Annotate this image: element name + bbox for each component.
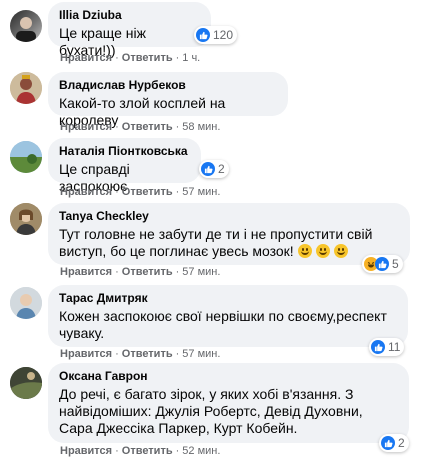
like-button[interactable]: Нравится (60, 52, 112, 64)
comment-bubble: Оксана Гаврон До речі, є багато зірок, у… (48, 363, 409, 443)
separator: · (115, 186, 119, 198)
like-button[interactable]: Нравится (60, 121, 112, 133)
comment-actions: Нравится · Ответить · 52 мин. (60, 445, 220, 458)
like-reaction-icon (375, 257, 389, 271)
reaction-count[interactable]: 120 (194, 26, 238, 44)
reaction-count[interactable]: 5 (362, 255, 403, 273)
avatar[interactable] (10, 141, 42, 173)
reply-button[interactable]: Ответить (122, 52, 173, 64)
comment-bubble: Illia Dziuba Це краще ніж бухати!)) (48, 2, 211, 58)
separator: · (175, 52, 180, 64)
separator: · (175, 121, 180, 133)
grinning-emoji-icon (315, 244, 330, 258)
like-reaction-icon (371, 340, 385, 354)
comment-author[interactable]: Наталія Піонтковська (59, 144, 190, 159)
reaction-number: 2 (398, 436, 405, 450)
comment-bubble: Тарас Дмитряк Кожен заспокоює свої нерві… (48, 285, 408, 347)
reaction-number: 11 (388, 340, 401, 354)
like-reaction-icon (381, 436, 395, 450)
like-button[interactable]: Нравится (60, 186, 112, 198)
reply-button[interactable]: Ответить (122, 186, 173, 198)
separator: · (175, 445, 180, 457)
comment-author[interactable]: Тарас Дмитряк (59, 291, 397, 306)
separator: · (175, 348, 180, 360)
comment-time[interactable]: 57 мин. (182, 266, 220, 278)
separator: · (115, 348, 119, 360)
like-button[interactable]: Нравится (60, 445, 112, 457)
comment-bubble: Tanya Checkley Тут головне не забути де … (48, 203, 410, 265)
comment-author[interactable]: Illia Dziuba (59, 8, 200, 23)
comment-actions: Нравится · Ответить · 58 мин. (60, 121, 220, 134)
comment-text: До речі, є багато зірок, у яких хобі в'я… (59, 386, 363, 436)
comment-time[interactable]: 58 мин. (182, 121, 220, 133)
reply-button[interactable]: Ответить (122, 266, 173, 278)
separator: · (115, 52, 119, 64)
comment-text: Кожен заспокоює свої нервішки по своєму,… (59, 308, 387, 341)
reaction-number: 2 (218, 162, 225, 176)
comment-actions: Нравится · Ответить · 57 мин. (60, 266, 220, 279)
reaction-count[interactable]: 11 (369, 338, 405, 356)
reaction-number: 5 (392, 257, 399, 271)
reply-button[interactable]: Ответить (122, 121, 173, 133)
like-reaction-icon (201, 162, 215, 176)
comment-time[interactable]: 57 мин. (182, 186, 220, 198)
comment-author[interactable]: Владислав Нурбеков (59, 78, 277, 93)
comment-text: Тут головне не забути де ти і не пропуст… (59, 226, 399, 260)
grinning-emoji-icon (333, 244, 348, 258)
like-reaction-icon (196, 28, 210, 42)
separator: · (175, 266, 180, 278)
reply-button[interactable]: Ответить (122, 348, 173, 360)
reaction-count[interactable]: 2 (379, 434, 409, 452)
avatar[interactable] (10, 287, 42, 319)
comment-bubble: Владислав Нурбеков Какой-то злой косплей… (48, 72, 288, 128)
comment-author[interactable]: Tanya Checkley (59, 209, 399, 224)
comment-actions: Нравится · Ответить · 57 мин. (60, 186, 220, 199)
separator: · (115, 121, 119, 133)
like-button[interactable]: Нравится (60, 266, 112, 278)
comment-time[interactable]: 57 мин. (182, 348, 220, 360)
like-button[interactable]: Нравится (60, 348, 112, 360)
reply-button[interactable]: Ответить (122, 445, 173, 457)
separator: · (115, 445, 119, 457)
avatar[interactable] (10, 10, 42, 42)
comment-time[interactable]: 1 ч. (182, 52, 200, 64)
comment-time[interactable]: 52 мин. (182, 445, 220, 457)
avatar[interactable] (10, 72, 42, 104)
reaction-number: 120 (213, 28, 234, 42)
comment-actions: Нравится · Ответить · 57 мин. (60, 348, 220, 361)
avatar[interactable] (10, 203, 42, 235)
grinning-emoji-icon (297, 244, 312, 258)
separator: · (175, 186, 180, 198)
comment-bubble: Наталія Піонтковська Це справді заспокою… (48, 138, 201, 194)
reaction-count[interactable]: 2 (199, 160, 229, 178)
comment-author[interactable]: Оксана Гаврон (59, 369, 398, 384)
separator: · (115, 266, 119, 278)
comment-actions: Нравится · Ответить · 1 ч. (60, 52, 200, 65)
avatar[interactable] (10, 367, 42, 399)
